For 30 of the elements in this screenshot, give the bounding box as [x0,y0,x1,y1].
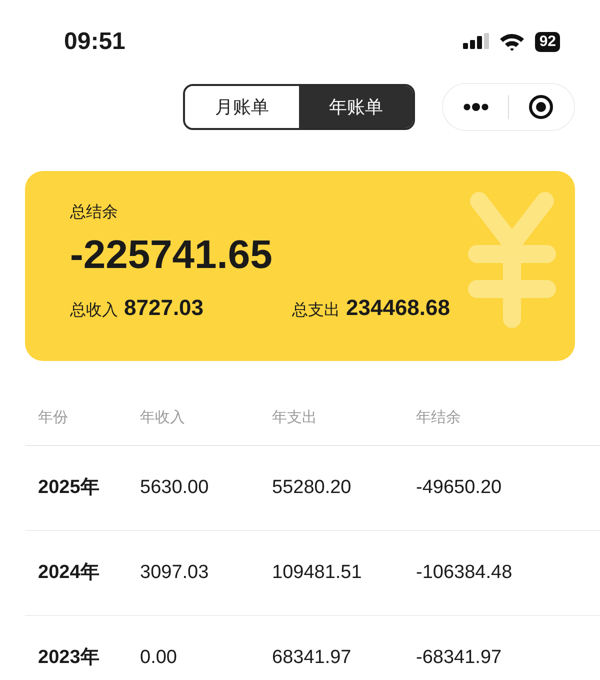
column-header: 年份 [38,409,68,426]
table-cell: 55280.20 [272,476,352,498]
status-time: 09:51 [64,27,126,57]
table-cell: 0.00 [140,646,177,668]
table-cell: 2025年 [38,476,100,498]
table-cell: -49650.20 [416,476,502,498]
income-label: 总收入 [70,300,118,321]
table-cell: 2023年 [38,646,100,668]
column-header: 年支出 [272,409,317,426]
table-cell: -68341.97 [416,646,502,668]
income-amount: 8727.03 [124,294,205,322]
balance-amount: -225741.65 [70,232,274,279]
wifi-icon [499,33,526,51]
table-cell: 109481.51 [272,562,362,583]
column-header: 年结余 [416,409,461,426]
bill-tab[interactable]: 年账单 [299,86,413,128]
table-cell: 5630.00 [140,476,209,498]
yen-icon [467,189,557,329]
column-header: 年收入 [140,409,185,426]
table-cell: 68341.97 [272,646,352,668]
battery-indicator: 92 [535,32,560,52]
signal-icon [463,33,490,51]
balance-label: 总结余 [70,202,119,223]
more-icon[interactable] [462,103,489,111]
expense-amount: 234468.68 [346,294,450,322]
close-target-icon[interactable] [528,94,554,120]
table-cell: 3097.03 [140,562,209,583]
table-cell: -106384.48 [416,562,512,583]
table-cell: 2024年 [38,562,100,583]
expense-label: 总支出 [292,300,340,321]
